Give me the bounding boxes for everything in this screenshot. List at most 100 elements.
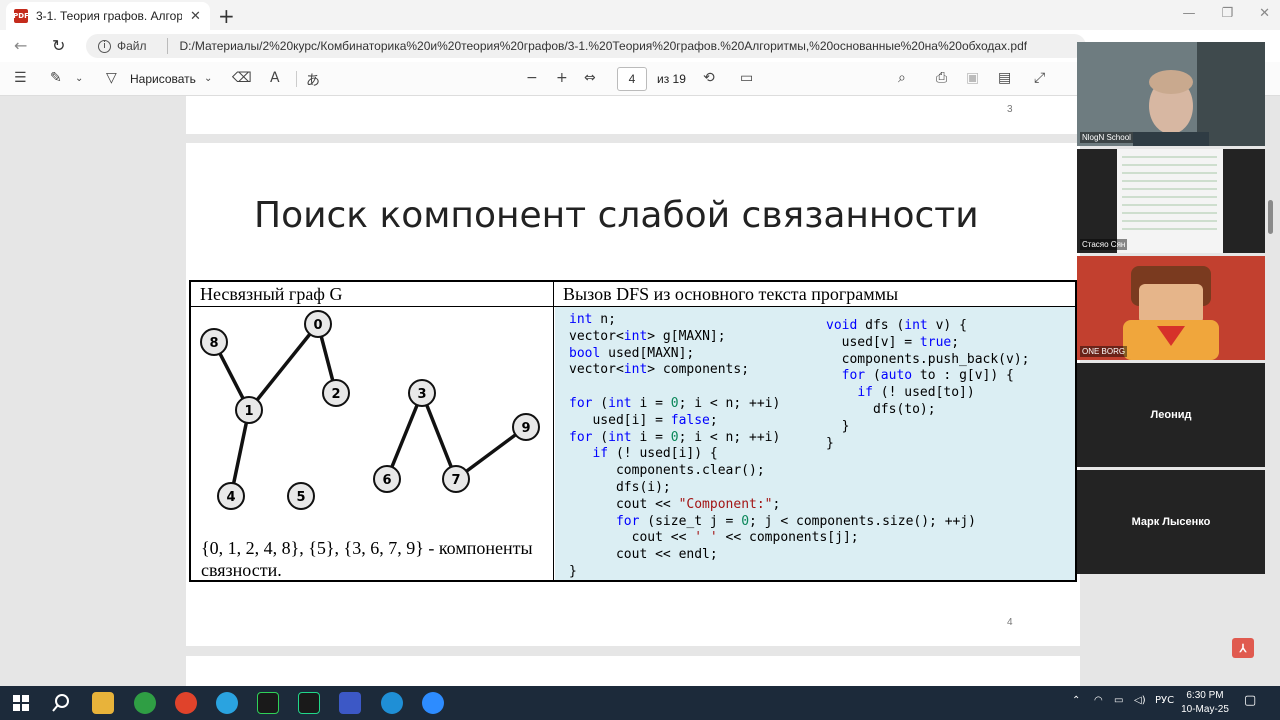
address-separator [166,38,168,54]
save-as-icon[interactable]: ▤ [998,70,1011,86]
webcam-video [1077,42,1265,146]
graph-node-label: 1 [244,404,253,419]
graph-edge [247,322,320,412]
fit-width-icon[interactable]: ⇔ [584,70,596,86]
pdf-page-current: Поиск компонент слабой связанности Несвя… [186,143,1080,646]
graph-node: 5 [287,482,315,510]
pdf-icon: PDF [13,9,29,23]
participant-tile[interactable]: Леонид [1077,363,1265,467]
components-caption: {0, 1, 2, 4, 8}, {5}, {3, 6, 7, 9} - ком… [201,538,533,580]
graph-node: 8 [200,328,228,356]
code-panel: int n; vector<int> g[MAXN]; bool used[MA… [555,307,1075,580]
notifications-icon[interactable]: ▢ [1244,693,1256,708]
new-tab-icon[interactable]: + [218,4,235,28]
windows-start-icon[interactable] [10,692,32,714]
zoom-icon[interactable] [422,692,444,714]
rotate-icon[interactable]: ⟲ [703,70,715,86]
chrome-icon[interactable] [134,692,156,714]
slide-table: Несвязный граф G Вызов DFS из основного … [189,280,1077,582]
url-text[interactable]: D:/Материалы/2%20курс/Комбинаторика%20и%… [180,39,1028,53]
zoom-in-icon[interactable]: + [556,70,568,86]
clock[interactable]: 6:30 PM 10-May-25 [1176,689,1234,717]
save-icon[interactable]: ▣ [966,70,979,86]
draw-icon[interactable]: ▽ [106,70,117,86]
file-explorer-icon[interactable] [92,692,114,714]
app-icon[interactable] [339,692,361,714]
print-icon[interactable]: ⎙ [936,70,947,86]
participant-tile[interactable]: NlogN School [1077,42,1265,146]
browser-tab[interactable]: PDF 3-1. Теория графов. Алгоритмы, ✕ [6,2,210,30]
scrollbar-thumb[interactable] [1268,200,1273,234]
page-number: 4 [1007,617,1013,628]
translate-icon[interactable]: あ [306,70,320,90]
close-window-icon[interactable]: ✕ [1259,6,1270,21]
maximize-icon[interactable]: ❐ [1221,6,1233,21]
fullscreen-icon[interactable]: ⤢ [1034,70,1045,86]
graph-node-label: 4 [226,490,235,505]
graph-node-label: 0 [313,318,322,333]
code-dfs: void dfs (int v) { used[v] = true; compo… [826,318,1030,451]
clion-icon[interactable] [257,692,279,714]
participant-name: NlogN School [1080,132,1133,143]
graph-node-label: 5 [296,490,305,505]
graph-node-label: 8 [209,336,218,351]
graph-node-label: 9 [521,421,530,436]
address-label: Файл [117,39,147,53]
pycharm-icon[interactable] [298,692,320,714]
tray-chevron-icon[interactable]: ⌃ [1072,695,1080,706]
tab-strip: PDF 3-1. Теория графов. Алгоритмы, ✕ + —… [0,0,1280,30]
shared-screen-thumbnail [1117,149,1223,253]
participant-name: ONE BORG [1080,346,1128,357]
info-icon[interactable]: i [98,39,111,53]
zoom-out-icon[interactable]: − [526,70,538,86]
eraser-icon[interactable]: ⌫ [232,70,252,86]
graph-node-label: 2 [331,387,340,402]
clock-date: 10-May-25 [1181,704,1229,715]
left-column-header: Несвязный граф G [191,282,554,307]
minimize-icon[interactable]: — [1182,6,1195,21]
window-controls: — ❐ ✕ [1182,6,1270,21]
acrobat-icon[interactable]: ⅄ [1232,638,1254,658]
participant-tile[interactable]: Марк Лысенко [1077,470,1265,574]
page-view-icon[interactable]: ▭ [740,70,753,86]
taskbar: ⌃ ◠ ▭ ◁) РУС 6:30 PM 10-May-25 ▢ [0,686,1280,720]
clock-time: 6:30 PM [1186,690,1224,701]
participant-tile[interactable]: Стасяо Сян [1077,149,1265,253]
pdf-page-previous: 3 [186,96,1080,134]
slide-title: Поиск компонент слабой связанности [254,195,979,236]
close-tab-icon[interactable]: ✕ [190,8,201,24]
page-number-input[interactable]: 4 [617,67,647,91]
chevron-down-icon[interactable]: ⌄ [204,73,212,84]
graph-node: 4 [217,482,245,510]
refresh-icon[interactable]: ↻ [52,36,65,55]
edge-icon[interactable] [381,692,403,714]
telegram-icon[interactable] [216,692,238,714]
yandex-browser-icon[interactable] [175,692,197,714]
screen: PDF 3-1. Теория графов. Алгоритмы, ✕ + —… [0,0,1280,720]
page-total: из 19 [657,72,686,86]
volume-icon[interactable]: ◁) [1134,695,1146,706]
graph-node: 9 [512,413,540,441]
participant-name: Марк Лысенко [1131,516,1211,528]
contents-icon[interactable]: ☰ [14,70,27,86]
address-bar[interactable]: i Файл D:/Материалы/2%20курс/Комбинатори… [86,34,1086,58]
graph-node: 7 [442,465,470,493]
back-icon[interactable]: ← [14,36,27,55]
graph-node: 6 [373,465,401,493]
graph-node-label: 7 [451,473,460,488]
read-aloud-icon[interactable]: A [270,70,280,86]
battery-icon[interactable]: ▭ [1114,695,1123,706]
search-icon[interactable] [50,692,72,714]
graph-diagram: 8 0 1 2 4 5 3 9 6 7 [200,310,540,510]
language-indicator[interactable]: РУС [1155,695,1174,706]
wifi-icon[interactable]: ◠ [1094,695,1103,706]
graph-node-label: 6 [382,473,391,488]
search-icon[interactable]: ⌕ [898,70,906,86]
participant-tile[interactable]: ONE BORG [1077,256,1265,360]
video-gallery: NlogN School Стасяо Сян ONE BORG Леонид … [1077,42,1265,576]
chevron-down-icon[interactable]: ⌄ [75,73,83,84]
draw-label[interactable]: Нарисовать [130,72,196,86]
highlight-icon[interactable]: ✎ [50,70,62,86]
graph-node: 0 [304,310,332,338]
vertical-scrollbar[interactable] [1266,96,1276,686]
